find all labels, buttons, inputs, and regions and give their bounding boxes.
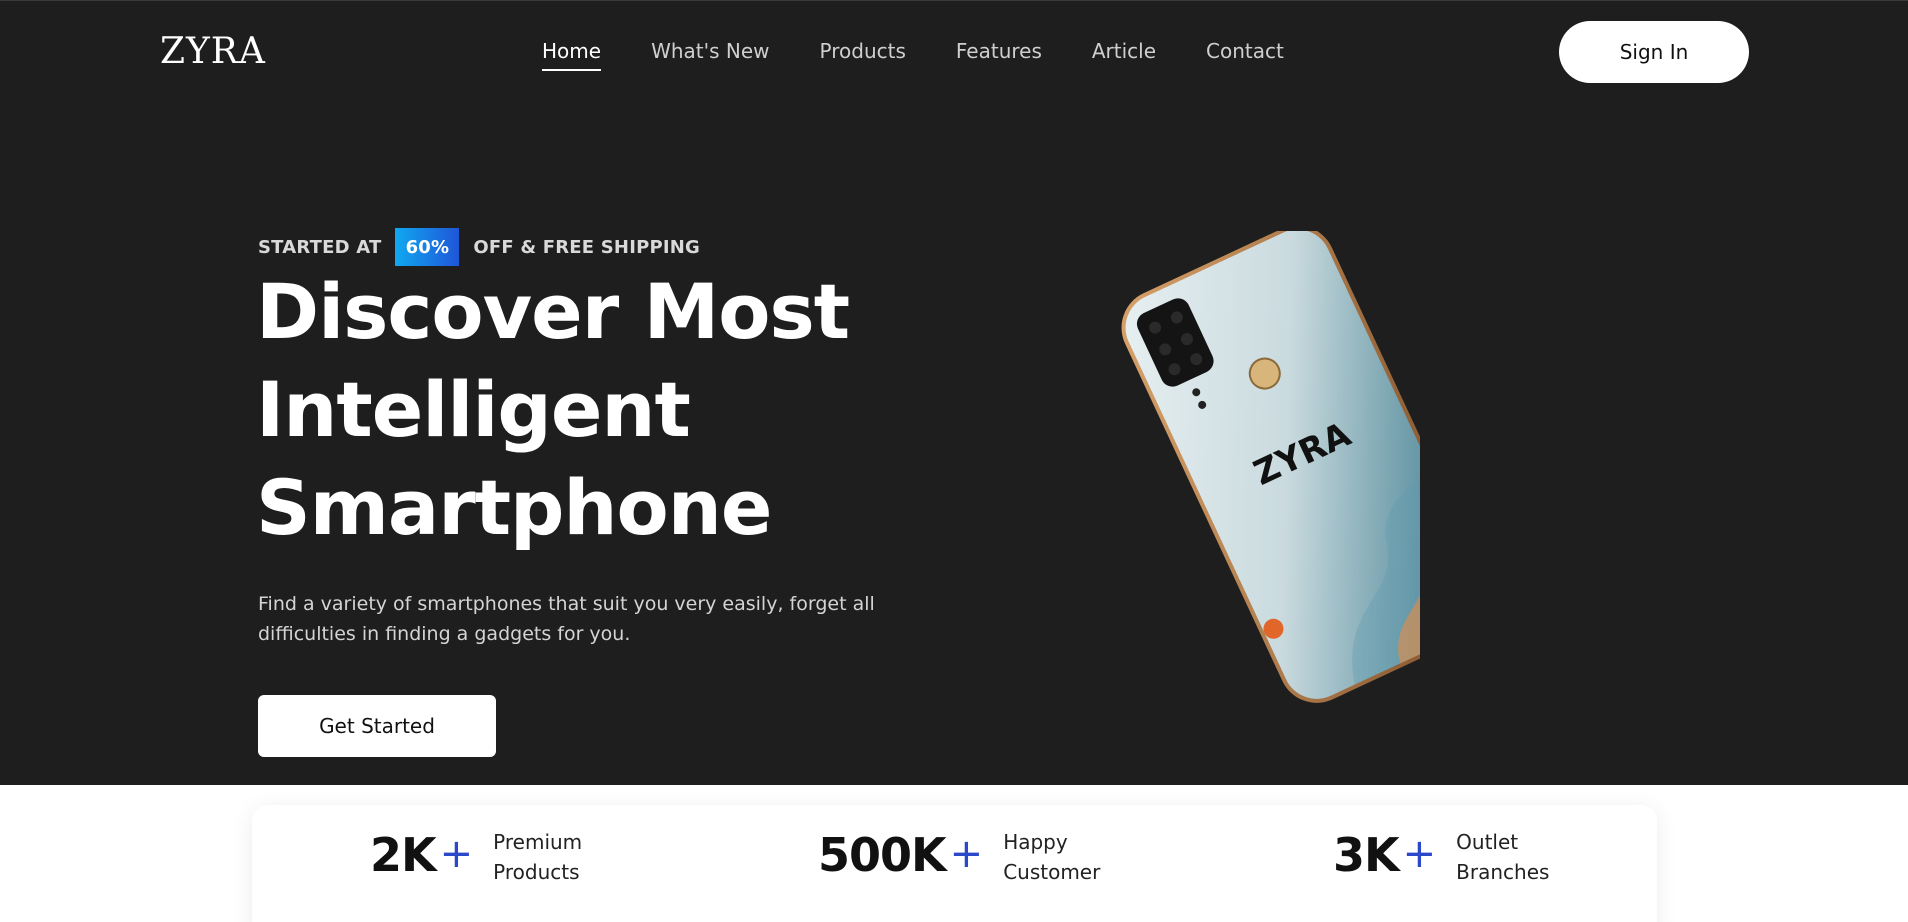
stat-label-line-2: Branches — [1456, 860, 1550, 884]
stat-value: 500K — [818, 828, 947, 882]
headline-line-1: Discover Most — [256, 267, 850, 356]
hero-section: ZYRA Home What's New Products Features A… — [0, 0, 1908, 785]
stat-value: 3K — [1333, 828, 1400, 882]
sign-in-button[interactable]: Sign In — [1559, 21, 1749, 83]
stat-label: Outlet Branches — [1456, 827, 1586, 887]
plus-icon: + — [949, 831, 984, 877]
stat-value: 2K — [370, 828, 437, 882]
hero-headline: Discover Most Intelligent Smartphone — [256, 263, 896, 557]
nav-item-home[interactable]: Home — [542, 39, 602, 71]
stat-label-line-1: Outlet — [1456, 830, 1519, 854]
stat-label-line-1: Happy — [1003, 830, 1068, 854]
nav-item-contact[interactable]: Contact — [1206, 39, 1284, 71]
hero-description: Find a variety of smartphones that suit … — [258, 593, 875, 645]
stat-label-line-1: Premium — [493, 830, 583, 854]
get-started-button[interactable]: Get Started — [258, 695, 496, 757]
stat-label: Happy Customer — [1003, 827, 1133, 887]
stat-outlet-branches: 3K + Outlet Branches — [1333, 827, 1586, 887]
nav-item-features[interactable]: Features — [956, 39, 1042, 71]
plus-icon: + — [1402, 831, 1437, 877]
stat-label-line-2: Customer — [1003, 860, 1101, 884]
stats-card: 2K + Premium Products 500K + Happy Custo… — [252, 805, 1657, 922]
brand-logo[interactable]: ZYRA — [160, 31, 266, 72]
stat-premium-products: 2K + Premium Products — [370, 827, 623, 887]
nav-item-article[interactable]: Article — [1092, 39, 1156, 71]
stat-happy-customer: 500K + Happy Customer — [818, 827, 1133, 887]
plus-icon: + — [439, 831, 474, 877]
smartphone-image: ZYRA — [1050, 218, 1500, 751]
main-nav: Home What's New Products Features Articl… — [542, 39, 1334, 71]
stat-label-line-2: Products — [493, 860, 580, 884]
promo-suffix: OFF & FREE SHIPPING — [473, 236, 701, 258]
nav-item-whats-new[interactable]: What's New — [651, 39, 769, 71]
headline-line-3: Smartphone — [256, 463, 772, 552]
promo-banner: STARTED AT 60% OFF & FREE SHIPPING — [258, 228, 700, 266]
headline-line-2: Intelligent — [256, 365, 691, 454]
stat-label: Premium Products — [493, 827, 623, 887]
nav-item-products[interactable]: Products — [820, 39, 906, 71]
discount-badge: 60% — [395, 228, 460, 266]
promo-prefix: STARTED AT — [258, 236, 382, 258]
